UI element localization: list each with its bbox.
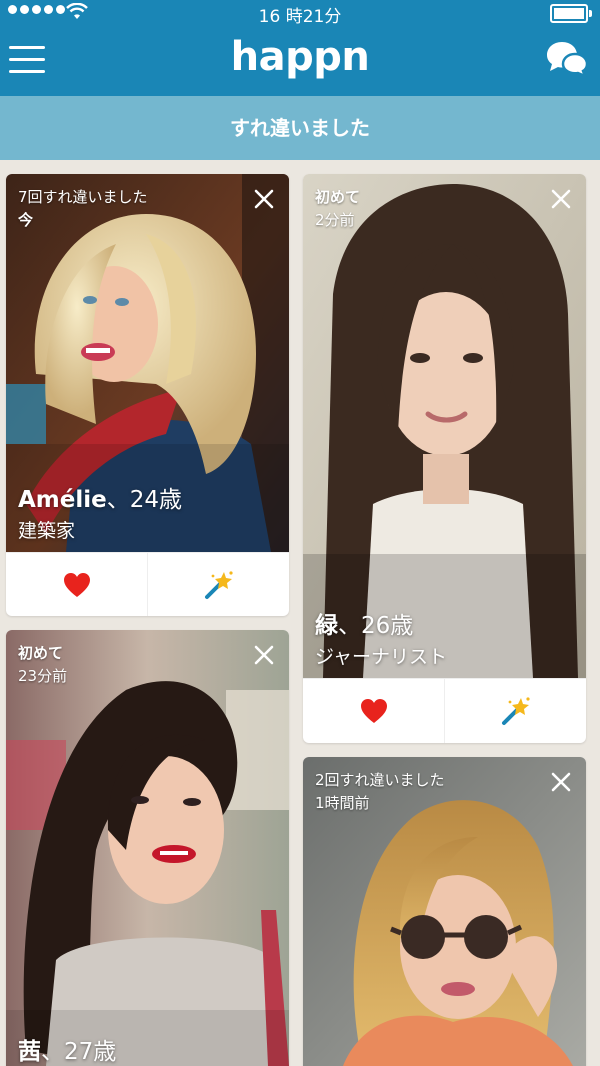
like-button[interactable]	[303, 679, 444, 743]
crossing-count: 7回すれ違いました	[18, 188, 148, 206]
close-icon[interactable]	[550, 188, 572, 210]
section-title: すれ違いました	[0, 96, 600, 160]
name-age: Amélie、24歳	[18, 480, 182, 514]
profile-info: 茜、27歳	[18, 1032, 116, 1066]
close-icon[interactable]	[253, 644, 275, 666]
card-actions	[303, 678, 586, 743]
profile-photo[interactable]: 初めて 2分前 緑、26歳 ジャーナリスト	[303, 174, 586, 678]
crossing-count: 初めて	[18, 644, 64, 662]
profile-info: 緑、26歳 ジャーナリスト	[315, 606, 447, 669]
profile-info: Amélie、24歳 建築家	[18, 480, 182, 543]
profile-name: 緑	[315, 613, 338, 639]
crossing-info: 7回すれ違いました 今	[18, 186, 148, 230]
battery-icon	[550, 4, 592, 23]
status-time: 16 時21分	[258, 7, 342, 27]
profile-job: ジャーナリスト	[315, 646, 448, 668]
profile-photo[interactable]: 7回すれ違いました 今 Amélie、24歳 建築家	[6, 174, 289, 552]
profile-age: 、26歳	[338, 613, 414, 639]
profile-card[interactable]: 7回すれ違いました 今 Amélie、24歳 建築家	[6, 174, 289, 616]
close-icon[interactable]	[550, 771, 572, 793]
profile-card[interactable]: 初めて 23分前 茜、27歳	[6, 630, 289, 1066]
profile-name: 茜	[18, 1039, 41, 1065]
profile-photo[interactable]: 初めて 23分前 茜、27歳	[6, 630, 289, 1066]
like-button[interactable]	[6, 553, 147, 616]
profile-job: 建築家	[18, 520, 76, 542]
magic-wand-icon	[501, 697, 530, 725]
name-age: 緑、26歳	[315, 606, 447, 640]
crossing-time: 23分前	[18, 667, 68, 685]
magic-wand-icon	[204, 571, 233, 599]
profile-card[interactable]: 初めて 2分前 緑、26歳 ジャーナリスト	[303, 174, 586, 743]
profile-photo[interactable]: 2回すれ違いました 1時間前	[303, 757, 586, 1066]
profile-age: 、27歳	[41, 1039, 117, 1065]
heart-icon	[360, 699, 387, 723]
crossing-count: 2回すれ違いました	[315, 771, 445, 789]
heart-icon	[63, 573, 90, 597]
crossing-info: 2回すれ違いました 1時間前	[315, 769, 445, 813]
crossing-time: 1時間前	[315, 794, 370, 812]
app-logo: happn	[230, 34, 370, 80]
status-bar: 16 時21分	[0, 0, 600, 27]
crossing-time: 今	[18, 211, 34, 229]
close-icon[interactable]	[253, 188, 275, 210]
chat-bubbles-icon[interactable]	[546, 40, 588, 78]
charm-button[interactable]	[147, 553, 289, 616]
crossing-info: 初めて 23分前	[18, 642, 67, 686]
crossing-time: 2分前	[315, 211, 355, 229]
profile-age: 、24歳	[106, 487, 183, 513]
crossing-count: 初めて	[315, 188, 361, 206]
name-age: 茜、27歳	[18, 1032, 116, 1066]
profile-card[interactable]: 2回すれ違いました 1時間前	[303, 757, 586, 1066]
card-actions	[6, 552, 289, 616]
charm-button[interactable]	[444, 679, 586, 743]
profile-name: Amélie	[18, 487, 107, 513]
app-header: happn	[0, 26, 600, 96]
crossing-info: 初めて 2分前	[315, 186, 360, 230]
